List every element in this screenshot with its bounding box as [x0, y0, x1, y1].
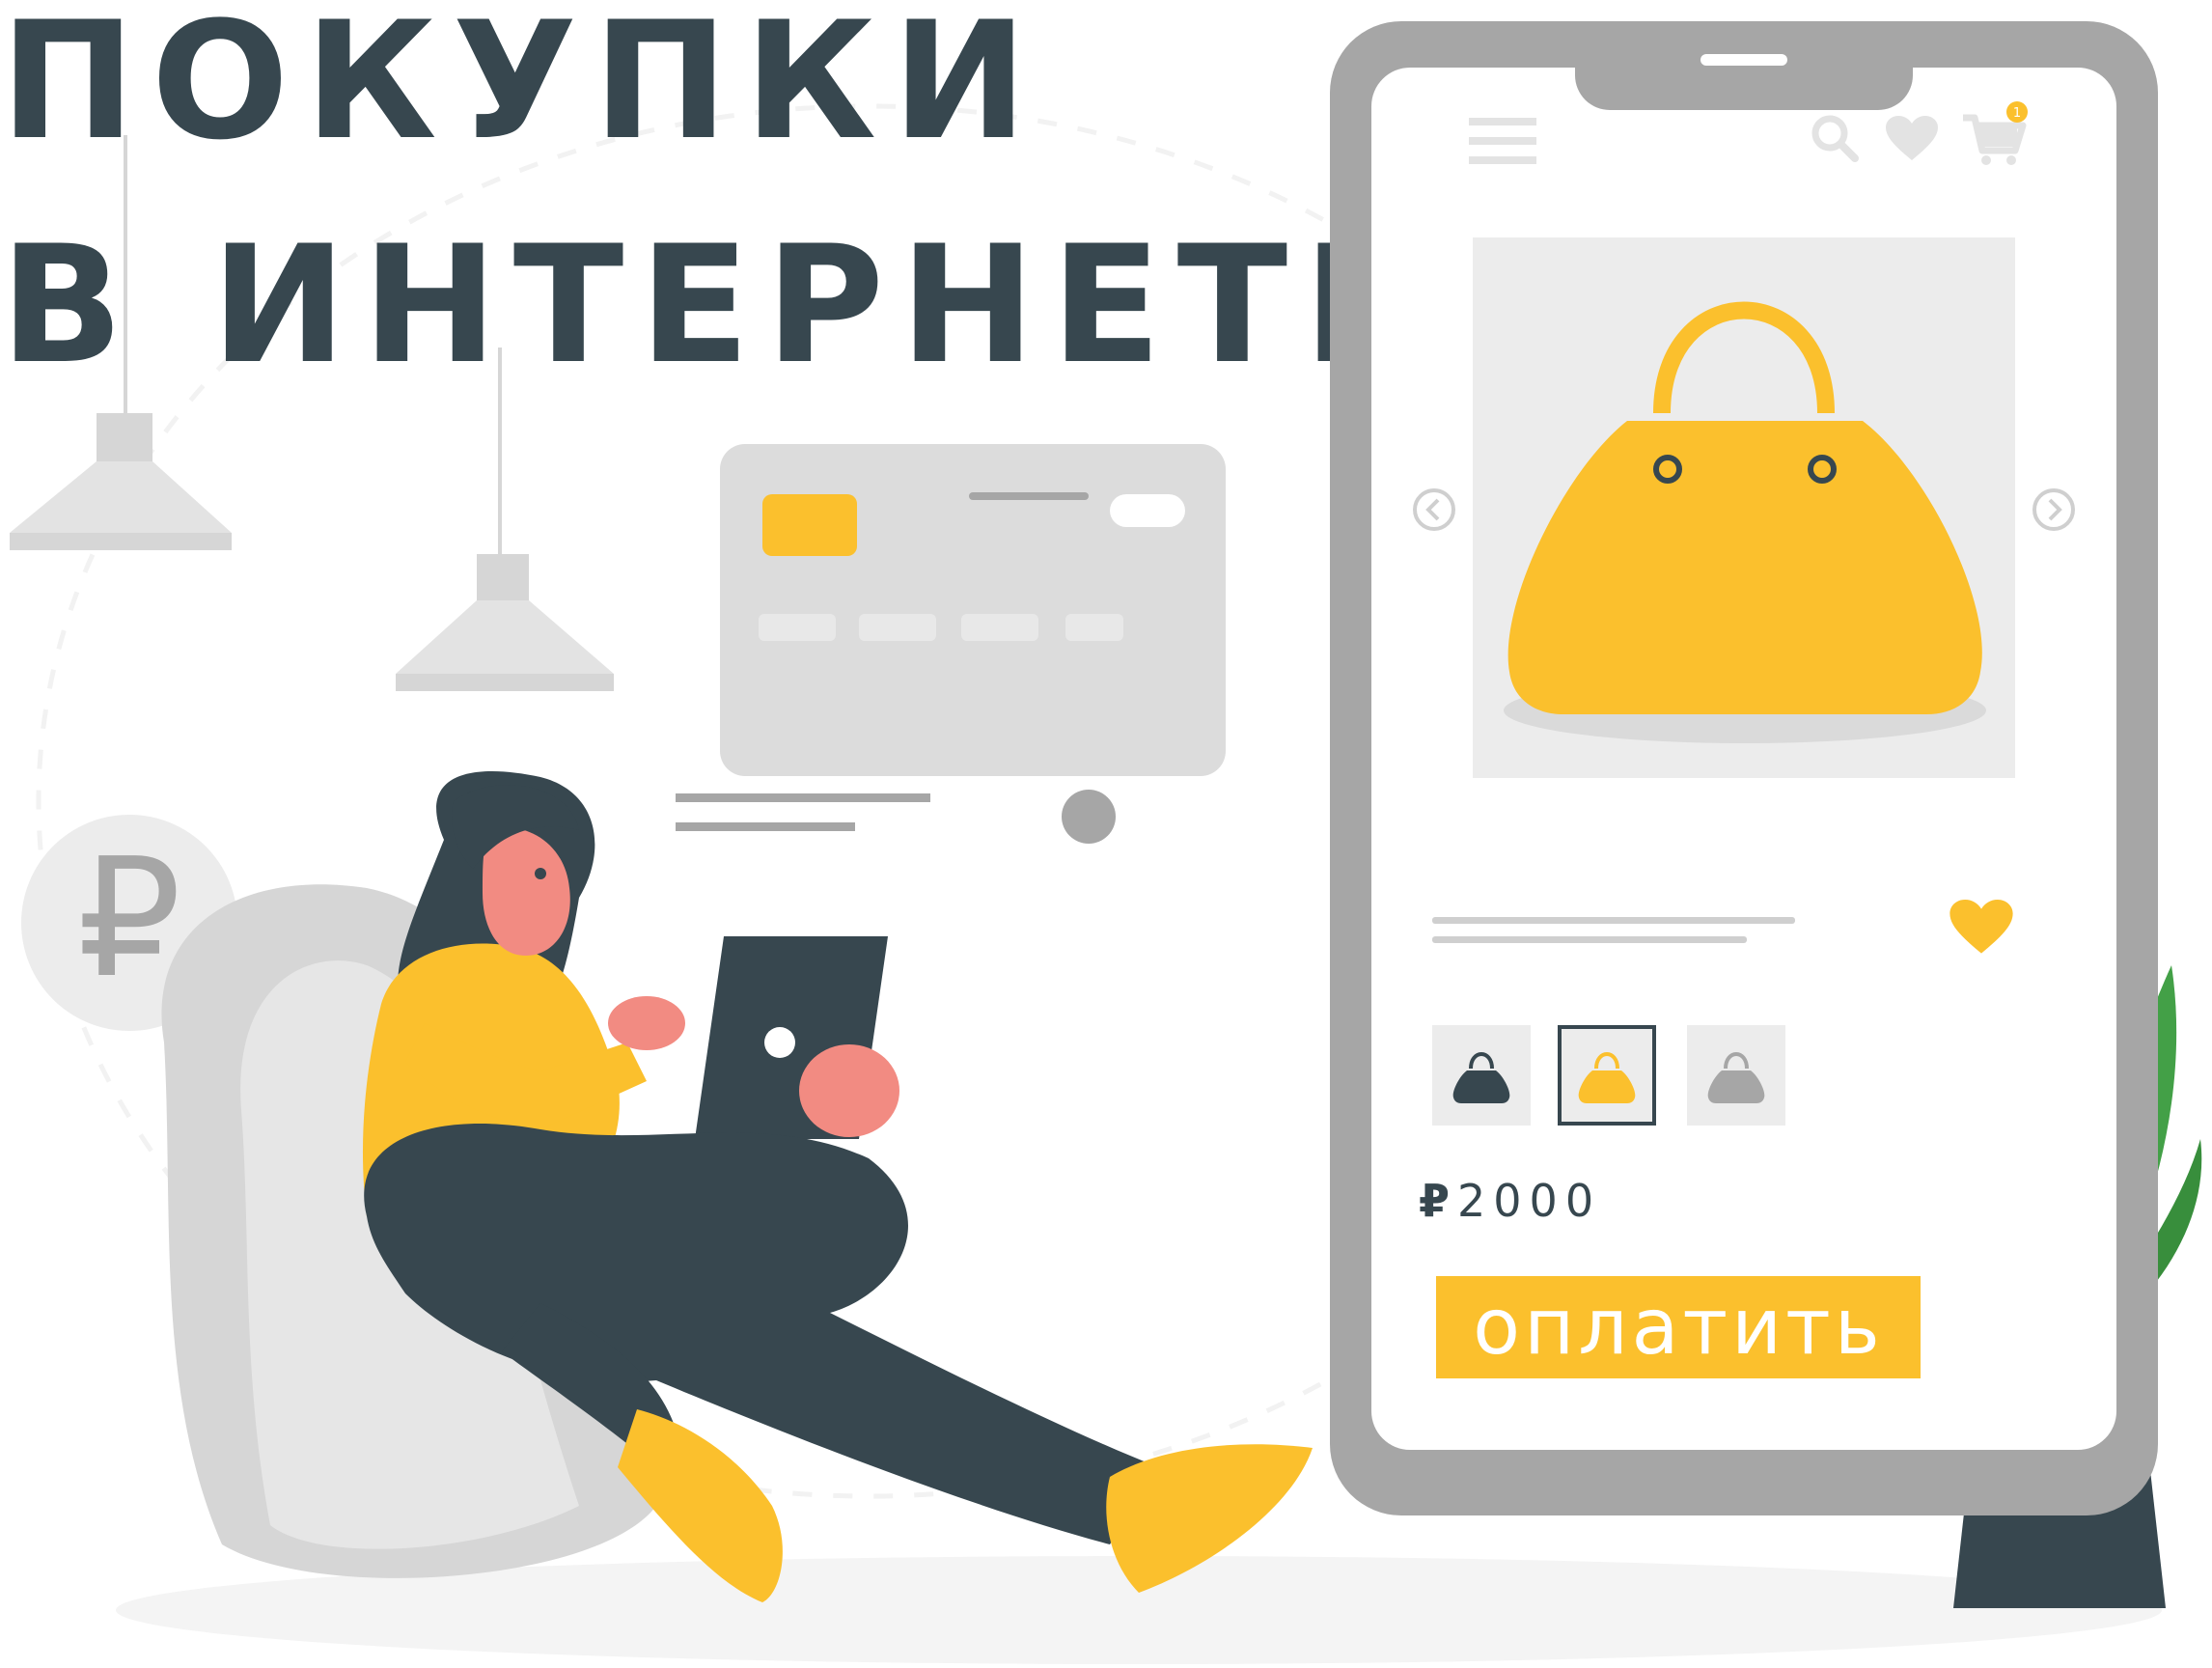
cart-icon[interactable]: 1	[1961, 100, 2031, 166]
search-icon[interactable]	[1811, 114, 1859, 162]
headline-line-1: ПОКУПКИ	[0, 0, 1043, 176]
product-price: ₽2000	[1419, 1172, 1601, 1230]
favorite-heart-icon[interactable]	[1949, 900, 2013, 956]
illustration-scene: ₽ ПОКУПКИ В ИНТЕРНЕТЕ 1 ₽ 2000 оплатить	[0, 0, 2212, 1668]
description-placeholder-line	[1432, 917, 1795, 924]
phone-speaker	[1700, 54, 1787, 66]
yellow-handbag-image	[1504, 301, 1986, 743]
chevron-left-icon[interactable]	[1411, 486, 1457, 533]
thumbnail-grey-bag[interactable]	[1687, 1025, 1785, 1126]
description-placeholder-line	[1432, 936, 1747, 943]
phone-notch	[1575, 21, 1913, 110]
thumbnail-yellow-bag-selected[interactable]	[1558, 1025, 1656, 1126]
heart-icon[interactable]	[1886, 116, 1938, 162]
price-currency: ₽	[1419, 1175, 1451, 1227]
thumbnail-dark-bag[interactable]	[1432, 1025, 1531, 1126]
motion-dot	[1062, 790, 1116, 844]
credit-card	[720, 444, 1226, 776]
menu-icon[interactable]	[1469, 114, 1536, 168]
dark-bag-icon	[1452, 1052, 1510, 1103]
pay-button[interactable]: оплатить	[1436, 1276, 1921, 1378]
cart-badge-count: 1	[2013, 106, 2021, 121]
motion-line	[676, 793, 930, 802]
price-amount: 2000	[1457, 1175, 1602, 1227]
yellow-bag-icon	[1578, 1052, 1636, 1103]
grey-bag-icon	[1707, 1052, 1765, 1103]
motion-line	[676, 822, 855, 831]
headline-line-2: В ИНТЕРНЕТЕ	[0, 210, 1429, 400]
chevron-right-icon[interactable]	[2031, 486, 2077, 533]
